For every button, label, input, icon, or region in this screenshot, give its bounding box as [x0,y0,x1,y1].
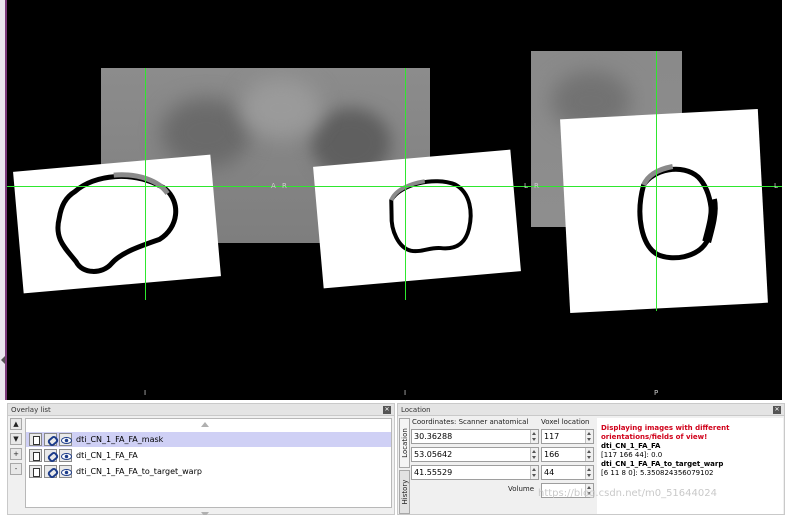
voxel-x-field[interactable]: 117 [541,429,594,444]
spinner-icon[interactable] [530,430,538,443]
mask-slice-view1 [13,154,221,294]
brain-contour-view3 [637,164,718,261]
crosshair-vertical-view2 [405,68,406,300]
overlay-list-panel: Overlay list ✕ ▲ ▼ + - dti_CN_1_FA_FA_ma… [7,403,395,515]
document-icon[interactable] [29,449,42,462]
crosshair-vertical-view3 [656,51,657,311]
link-icon[interactable] [44,433,57,446]
ortho-viewer[interactable]: A R L R L I I P [7,0,782,400]
visibility-eye-icon[interactable] [59,449,72,462]
overlay-item[interactable]: dti_CN_1_FA_FA_mask [26,432,391,447]
link-icon[interactable] [44,465,57,478]
spinner-icon[interactable] [585,448,593,461]
orientation-warning: Displaying images with different orienta… [601,424,730,441]
overlay-item[interactable]: dti_CN_1_FA_FA_to_target_warp [26,464,391,479]
brain-contour-view1 [55,172,179,274]
overlay-list[interactable]: dti_CN_1_FA_FA_mask dti_CN_1_FA_FA dti_C… [25,418,392,515]
location-info-box: Displaying images with different orienta… [597,418,783,514]
close-icon[interactable]: ✕ [383,406,391,414]
coordinate-x-field[interactable]: 30.36288 [411,429,539,444]
info-overlay-name: dti_CN_1_FA_FA_to_target_warp [601,460,724,468]
coordinates-label: Coordinates: Scanner anatomical [412,418,529,426]
voxel-y-field[interactable]: 166 [541,447,594,462]
coordinate-z-field[interactable]: 41.55529 [411,465,539,480]
collapse-arrow-icon[interactable] [1,356,5,364]
crosshair-vertical-view1 [145,68,146,300]
spinner-icon[interactable] [585,430,593,443]
overlay-item[interactable]: dti_CN_1_FA_FA [26,448,391,463]
link-icon[interactable] [44,449,57,462]
overlay-item-label: dti_CN_1_FA_FA [76,451,138,460]
add-overlay-button[interactable]: + [10,448,22,460]
left-panel-edge[interactable] [0,0,7,400]
info-overlay-value: [6 11 8 0]: 5.350824356079102 [601,469,714,477]
orientation-label: L [774,182,778,190]
voxel-z-field[interactable]: 44 [541,465,594,480]
overlay-panel-title: Overlay list [11,406,51,414]
spinner-icon[interactable] [585,466,593,479]
fsleyes-window: A R L R L I I P Overlay list ✕ ▲ ▼ + - d… [0,0,789,515]
remove-overlay-button[interactable]: - [10,463,22,475]
orientation-label: L [524,182,528,190]
document-icon[interactable] [29,465,42,478]
orientation-label: P [654,389,659,397]
orientation-label: I [404,389,407,397]
voxel-location-label: Voxel location [541,418,590,426]
scroll-up-icon[interactable] [201,422,209,427]
orientation-label: I [144,389,147,397]
document-icon[interactable] [29,433,42,446]
mask-slice-view3 [560,108,768,314]
location-panel-title: Location [401,406,431,414]
overlay-panel-header: Overlay list ✕ [8,404,394,416]
volume-label: Volume [508,485,535,493]
right-edge [782,0,789,400]
close-icon[interactable]: ✕ [773,406,781,414]
coordinate-y-field[interactable]: 53.05642 [411,447,539,462]
spinner-icon[interactable] [530,448,538,461]
watermark: https://blog.csdn.net/m0_51644024 [538,488,717,499]
orientation-label: R [282,182,287,190]
tab-location[interactable]: Location [399,418,410,468]
spinner-icon[interactable] [530,466,538,479]
move-up-button[interactable]: ▲ [10,418,22,430]
brain-contour-view2 [389,179,473,254]
visibility-eye-icon[interactable] [59,433,72,446]
location-tabs: Location History [399,418,410,514]
orientation-label: R [534,182,539,190]
overlay-item-label: dti_CN_1_FA_FA_to_target_warp [76,467,202,476]
info-overlay-name: dti_CN_1_FA_FA [601,442,661,450]
overlay-item-label: dti_CN_1_FA_FA_mask [76,435,164,444]
move-down-button[interactable]: ▼ [10,433,22,445]
crosshair-horizontal [7,186,782,187]
mask-slice-view2 [313,149,521,289]
overlay-buttons: ▲ ▼ + - [10,418,22,478]
info-overlay-value: [117 166 44]: 0.0 [601,451,663,459]
location-panel-header: Location ✕ [398,404,784,416]
visibility-eye-icon[interactable] [59,465,72,478]
orientation-label: A [271,182,276,190]
tab-history[interactable]: History [399,470,410,514]
